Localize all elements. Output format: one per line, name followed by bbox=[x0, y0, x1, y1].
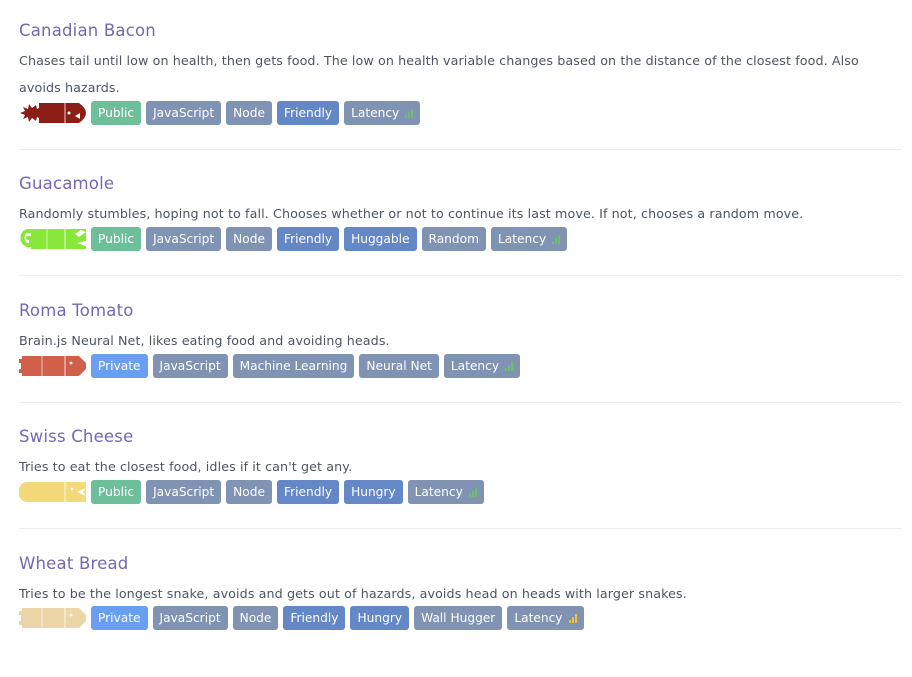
visibility-badge: Public bbox=[91, 480, 142, 504]
snake-description: Tries to be the longest snake, avoids an… bbox=[19, 586, 687, 601]
curly-tail-icon bbox=[19, 228, 91, 250]
visibility-badge: Private bbox=[91, 606, 148, 630]
tag-neural-net: Neural Net bbox=[359, 354, 439, 378]
latency-badge: Latency bbox=[344, 101, 421, 125]
tag-hungry: Hungry bbox=[344, 480, 403, 504]
snake-entry: Canadian Bacon Chases tail until low on … bbox=[19, 20, 902, 130]
tag-node: Node bbox=[226, 480, 272, 504]
tag-friendly: Friendly bbox=[283, 606, 346, 630]
tag-row: Public JavaScript Node Friendly Huggable Rand… bbox=[19, 227, 572, 251]
tag-node: Node bbox=[226, 227, 272, 251]
tag-javascript: JavaScript bbox=[152, 354, 228, 378]
latency-label: Latency bbox=[514, 611, 563, 625]
snake-name[interactable]: Swiss Cheese bbox=[19, 426, 133, 448]
spiky-head-icon bbox=[19, 102, 91, 124]
tag-node: Node bbox=[226, 101, 272, 125]
snake-entry: Swiss Cheese Tries to eat the closest fo… bbox=[19, 426, 902, 516]
snake-list: Canadian Bacon Chases tail until low on … bbox=[0, 0, 912, 677]
tag-javascript: JavaScript bbox=[152, 606, 228, 630]
tag-random: Random bbox=[421, 227, 486, 251]
divider bbox=[19, 528, 902, 529]
latency-label: Latency bbox=[414, 485, 463, 499]
tag-wall-hugger: Wall Hugger bbox=[414, 606, 503, 630]
pixel-head-icon bbox=[19, 607, 91, 629]
tag-friendly: Friendly bbox=[276, 101, 340, 125]
signal-bars-icon bbox=[505, 361, 514, 371]
latency-label: Latency bbox=[450, 359, 500, 373]
divider bbox=[19, 275, 902, 276]
snake-name[interactable]: Roma Tomato bbox=[19, 300, 134, 322]
snake-name[interactable]: Canadian Bacon bbox=[19, 20, 156, 42]
latency-badge: Latency bbox=[407, 480, 484, 504]
latency-label: Latency bbox=[497, 232, 547, 246]
tag-machine-learning: Machine Learning bbox=[232, 354, 355, 378]
tag-row: Public JavaScript Node Friendly Latency bbox=[19, 101, 425, 125]
snake-description: Tries to eat the closest food, idles if … bbox=[19, 459, 353, 474]
divider bbox=[19, 402, 902, 403]
tag-row: Private JavaScript Node Friendly Hungry Wall … bbox=[19, 606, 589, 630]
snake-description: Randomly stumbles, hoping not to fall. C… bbox=[19, 206, 804, 221]
tag-javascript: JavaScript bbox=[146, 480, 222, 504]
tag-friendly: Friendly bbox=[276, 480, 340, 504]
tag-row: Public JavaScript Node Friendly Hungry Latenc… bbox=[19, 480, 489, 504]
signal-bars-icon bbox=[468, 487, 477, 497]
snake-entry: Wheat Bread Tries to be the longest snak… bbox=[19, 553, 902, 643]
snake-name[interactable]: Guacamole bbox=[19, 173, 114, 195]
snake-description: Chases tail until low on health, then ge… bbox=[19, 53, 859, 95]
latency-badge: Latency bbox=[490, 227, 568, 251]
visibility-badge: Public bbox=[91, 227, 142, 251]
latency-label: Latency bbox=[351, 106, 400, 120]
tag-javascript: JavaScript bbox=[146, 227, 222, 251]
latency-badge: Latency bbox=[443, 354, 521, 378]
latency-badge: Latency bbox=[507, 606, 584, 630]
snake-entry: Roma Tomato Brain.js Neural Net, likes e… bbox=[19, 300, 902, 390]
signal-bars-icon bbox=[568, 613, 577, 623]
snake-name[interactable]: Wheat Bread bbox=[19, 553, 128, 575]
snake-entry: Guacamole Randomly stumbles, hoping not … bbox=[19, 173, 902, 263]
tag-row: Private JavaScript Machine Learning Neural … bbox=[19, 354, 525, 378]
pixel-head-icon bbox=[19, 355, 91, 377]
signal-bars-icon bbox=[552, 234, 561, 244]
visibility-badge: Private bbox=[91, 354, 148, 378]
tag-node: Node bbox=[232, 606, 279, 630]
tag-javascript: JavaScript bbox=[146, 101, 222, 125]
visibility-badge: Public bbox=[91, 101, 142, 125]
tag-hungry: Hungry bbox=[350, 606, 410, 630]
signal-bars-icon bbox=[405, 108, 414, 118]
round-head-icon bbox=[19, 481, 91, 503]
snake-description: Brain.js Neural Net, likes eating food a… bbox=[19, 333, 390, 348]
divider bbox=[19, 149, 902, 150]
tag-huggable: Huggable bbox=[344, 227, 417, 251]
tag-friendly: Friendly bbox=[276, 227, 340, 251]
